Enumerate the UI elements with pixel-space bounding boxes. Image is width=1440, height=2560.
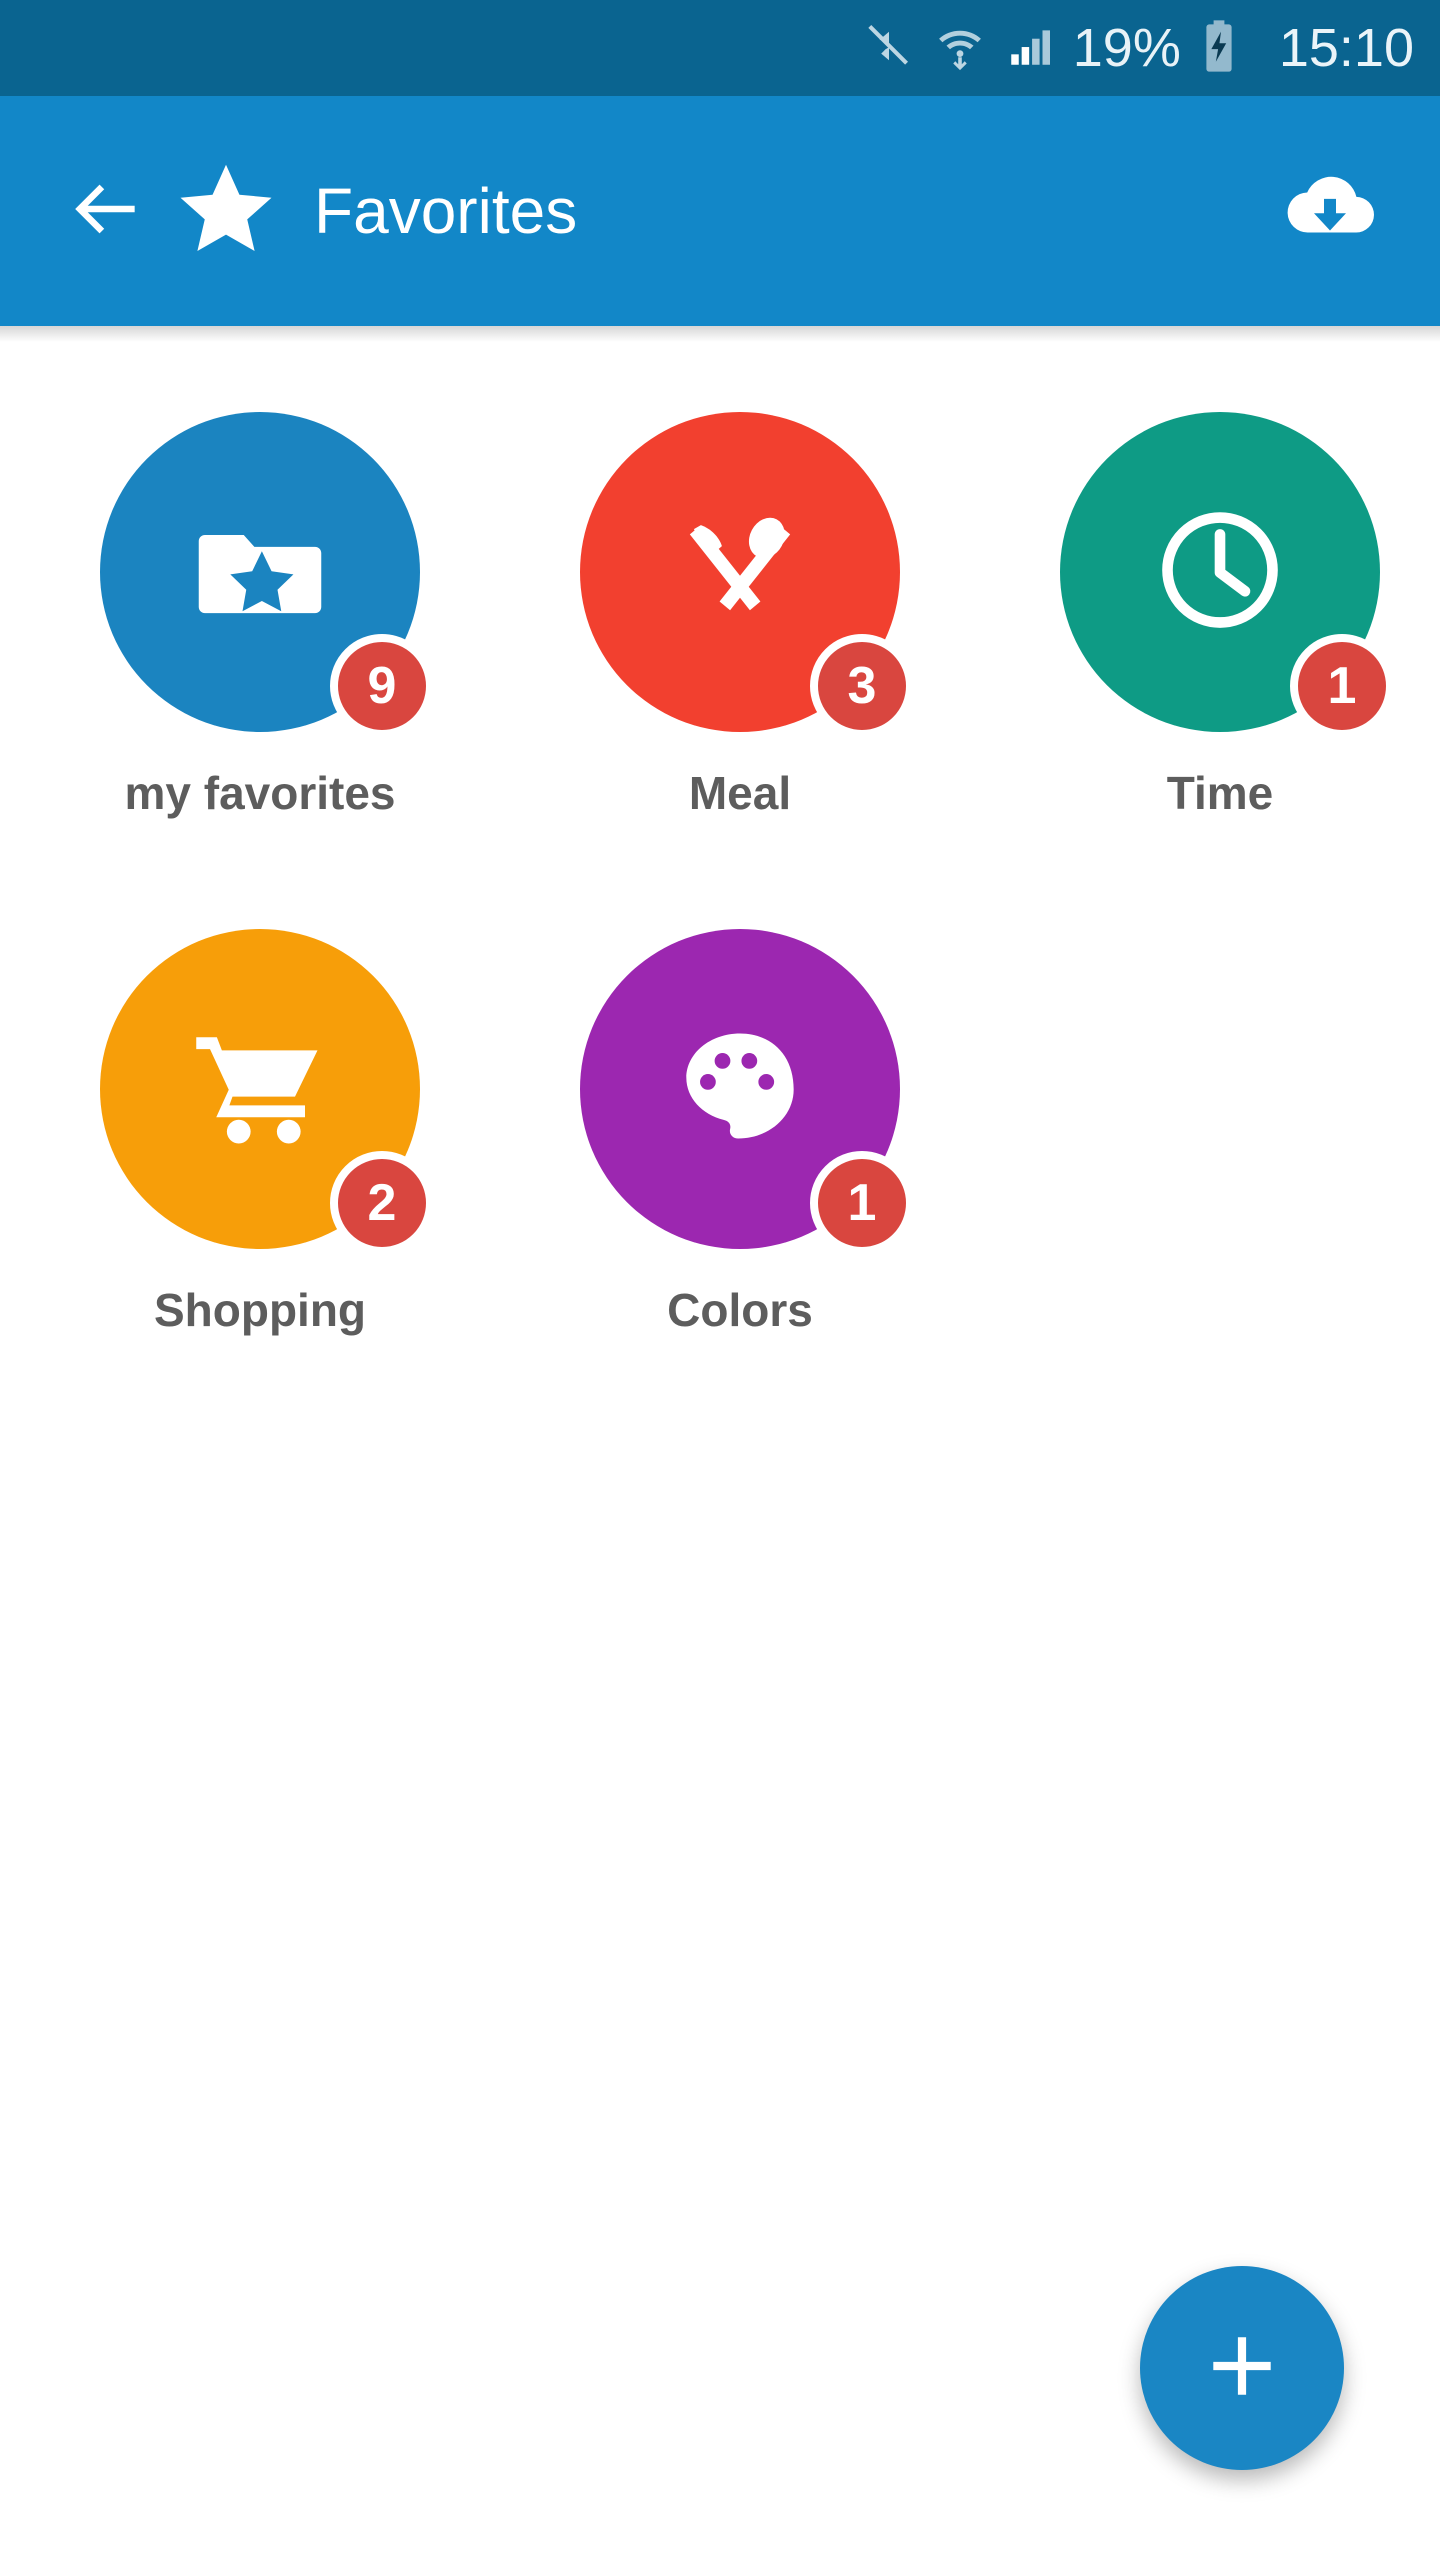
star-icon (174, 157, 278, 266)
icon-circle-wrap: 2 (100, 928, 434, 1255)
add-button[interactable] (1140, 2266, 1344, 2470)
grid-item-my-favorites[interactable]: 9 my favorites (40, 412, 480, 819)
grid-item-label: Shopping (153, 1283, 367, 1336)
cutlery-icon (670, 500, 810, 645)
grid-item-time[interactable]: 1 Time (1000, 412, 1440, 819)
badge-count: 1 (1290, 634, 1394, 738)
battery-charging-icon (1199, 19, 1239, 78)
battery-percent-label: 19% (1072, 18, 1181, 78)
status-bar-icons: 19% 15:10 (863, 19, 1414, 78)
favorites-grid: 9 my favorites 3 Meal 1 Time 2 Shopping … (0, 326, 1440, 1445)
back-arrow-icon (63, 166, 149, 257)
app-root: 19% 15:10 Favorites 9 my favorites 3 Mea… (0, 0, 1440, 2560)
grid-item-label: my favorites (124, 767, 396, 819)
grid-item-colors[interactable]: 1 Colors (520, 928, 960, 1336)
signal-icon (1005, 21, 1055, 76)
icon-circle-wrap: 9 (100, 412, 434, 738)
shopping-cart-icon (185, 1011, 335, 1166)
icon-circle-wrap: 3 (580, 412, 914, 738)
grid-item-label: Colors (667, 1283, 813, 1336)
plus-icon (1201, 2325, 1283, 2412)
status-bar-clock: 15:10 (1278, 18, 1414, 78)
status-bar: 19% 15:10 (0, 0, 1440, 96)
wifi-icon (933, 19, 987, 78)
palette-icon (670, 1016, 810, 1161)
clock-icon (1145, 495, 1295, 650)
back-button[interactable] (46, 166, 166, 257)
badge-count: 3 (810, 634, 914, 738)
badge-count: 2 (330, 1150, 434, 1255)
cloud-download-button[interactable] (1282, 161, 1378, 262)
icon-circle-wrap: 1 (580, 928, 914, 1255)
cloud-download-icon (1282, 161, 1378, 262)
mute-icon (863, 20, 915, 77)
grid-item-label: Meal (688, 767, 792, 819)
icon-circle-wrap: 1 (1060, 412, 1394, 738)
grid-item-meal[interactable]: 3 Meal (520, 412, 960, 819)
app-bar: Favorites (0, 96, 1440, 342)
folder-star-icon (185, 495, 335, 650)
favorites-star (174, 157, 278, 266)
page-title: Favorites (314, 175, 578, 247)
badge-count: 9 (330, 634, 434, 738)
grid-item-label: Time (1166, 767, 1274, 819)
badge-count: 1 (810, 1150, 914, 1255)
grid-item-shopping[interactable]: 2 Shopping (40, 928, 480, 1336)
